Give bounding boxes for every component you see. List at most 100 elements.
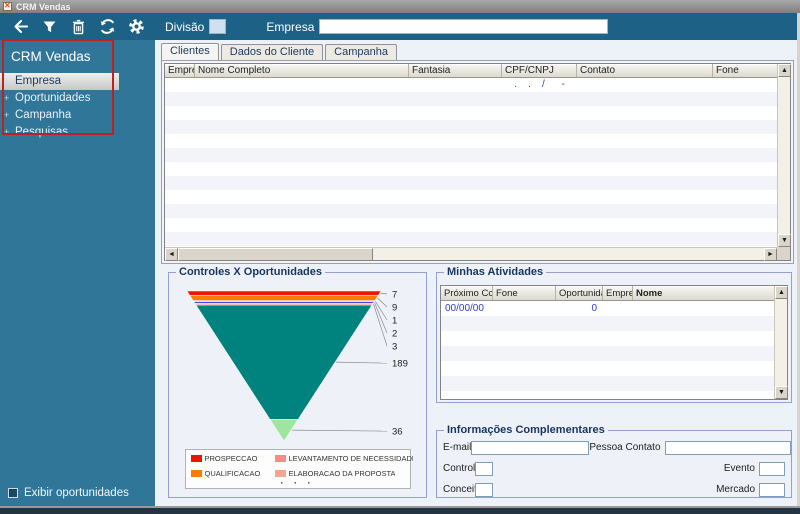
expand-plus-icon[interactable]: + [4, 124, 9, 141]
activities-grid-vscrollbar[interactable]: ▲ ▼ [774, 286, 787, 399]
clients-grid-vscrollbar[interactable]: ▲ ▼ [777, 64, 790, 247]
settings-button[interactable] [127, 18, 145, 36]
clients-grid: EmpresaNome CompletoFantasiaCPF/CNPJCont… [164, 63, 791, 261]
legend-item: PROSPECCAO [191, 454, 275, 463]
sidebar-item-pesquisas[interactable]: + Pesquisas [0, 124, 155, 141]
funnel-value-label: 189 [392, 359, 408, 370]
table-row[interactable] [165, 92, 777, 106]
sidebar-item-campanha[interactable]: + Campanha [0, 107, 155, 124]
table-row[interactable] [165, 218, 777, 232]
column-header: Nome Completo [195, 64, 409, 77]
sidebar-item-label: Oportunidades [15, 92, 90, 104]
table-row[interactable] [165, 134, 777, 148]
table-row[interactable]: . . / - [165, 78, 777, 92]
activities-grid: Próximo ContatoFoneOportunidadeEmpresaNo… [440, 285, 788, 400]
sidebar-item-empresa[interactable]: +Empresa [0, 73, 119, 90]
funnel-value-label: 36 [392, 427, 403, 438]
column-header: Contato [577, 64, 713, 77]
column-header: Próximo Contato [441, 286, 493, 300]
table-row[interactable] [165, 232, 777, 246]
empresa-label: Empresa [266, 20, 314, 34]
table-row[interactable] [165, 190, 777, 204]
conceito-field[interactable] [475, 483, 493, 497]
table-row[interactable] [441, 331, 774, 346]
trash-icon [71, 19, 86, 35]
informacoes-complementares-panel: Informações Complementares E-mailPessoa … [436, 430, 792, 498]
oportunidade-value: 0 [556, 301, 597, 316]
scroll-down-button[interactable]: ▼ [778, 234, 791, 247]
table-row[interactable] [165, 148, 777, 162]
funnel-segment [190, 295, 379, 300]
gear-icon [128, 18, 145, 35]
legend-swatch [191, 455, 202, 462]
table-row[interactable] [165, 204, 777, 218]
legend-swatch [275, 455, 286, 462]
main-area: ClientesDados do ClienteCampanha Empresa… [155, 40, 797, 506]
column-header: Empresa [603, 286, 633, 300]
table-row[interactable] [441, 346, 774, 361]
sidebar-item-label: Campanha [15, 109, 71, 121]
clients-grid-header: EmpresaNome CompletoFantasiaCPF/CNPJCont… [165, 64, 777, 78]
exibir-oportunidades-checkbox[interactable] [8, 488, 18, 498]
funnel-panel-title: Controles X Oportunidades [176, 266, 325, 278]
table-row[interactable]: 00/00/000 [441, 301, 774, 316]
column-header: CPF/CNPJ [502, 64, 577, 77]
window-title: CRM Vendas [16, 2, 71, 12]
filter-button[interactable] [40, 18, 58, 36]
expand-plus-icon[interactable]: + [4, 73, 9, 90]
window-titlebar[interactable]: CRM Vendas [0, 0, 800, 13]
tab-dados-do-cliente[interactable]: Dados do Cliente [221, 44, 323, 60]
scroll-left-button[interactable]: ◄ [165, 248, 178, 261]
sidebar-item-label: Pesquisas [15, 126, 68, 138]
field-label: Mercado [667, 484, 755, 495]
column-header: Fone [713, 64, 777, 77]
field-label: Evento [667, 463, 755, 474]
sidebar-menu: +Empresa+Oportunidades+Campanha+Pesquisa… [0, 73, 155, 141]
empresa-input[interactable] [319, 19, 608, 34]
scroll-up-button[interactable]: ▲ [778, 64, 791, 77]
activities-grid-header: Próximo ContatoFoneOportunidadeEmpresaNo… [441, 286, 774, 301]
table-row[interactable] [441, 316, 774, 331]
funnel-value-label: 7 [392, 290, 397, 301]
pessoa-contato-field[interactable] [665, 441, 791, 455]
refresh-button[interactable] [98, 18, 116, 36]
expand-plus-icon[interactable]: + [4, 90, 9, 107]
clients-grid-hscrollbar[interactable]: ◄ ► [165, 247, 777, 260]
funnel-value-label: 9 [392, 303, 397, 314]
activities-panel-title: Minhas Atividades [444, 266, 546, 278]
sidebar-item-oportunidades[interactable]: + Oportunidades [0, 90, 155, 107]
sidebar-title: CRM Vendas [11, 49, 155, 64]
legend-label: ELABORACAO DA PROPOSTA [289, 469, 396, 478]
controles-x-oportunidades-panel: Controles X Oportunidades 7912318936 PRO… [168, 272, 427, 498]
table-row[interactable] [165, 120, 777, 134]
scroll-right-button[interactable]: ► [764, 248, 777, 261]
table-row[interactable] [165, 176, 777, 190]
clients-grid-body: . . / - [165, 78, 777, 247]
column-header: Empresa [165, 64, 195, 77]
funnel-segment [195, 303, 373, 305]
back-arrow-icon [12, 18, 29, 35]
table-row[interactable] [441, 376, 774, 391]
table-row[interactable] [165, 106, 777, 120]
info-field-row: ControleEvento [443, 461, 785, 476]
scrollbar-corner [777, 247, 790, 260]
sidebar: CRM Vendas +Empresa+Oportunidades+Campan… [0, 40, 155, 506]
scroll-up-button[interactable]: ▲ [775, 286, 788, 299]
expand-plus-icon[interactable]: + [4, 107, 9, 124]
evento-field[interactable] [759, 462, 785, 476]
controle-field[interactable] [475, 462, 493, 476]
tab-campanha[interactable]: Campanha [325, 44, 397, 60]
column-header: Oportunidade [556, 286, 603, 300]
legend-label: LEVANTAMENTO DE NECESSIDADES [289, 454, 413, 463]
delete-button[interactable] [69, 18, 87, 36]
hscroll-thumb[interactable] [178, 248, 373, 261]
mercado-field[interactable] [759, 483, 785, 497]
e-mail-field[interactable] [471, 441, 589, 455]
legend-item: ELABORACAO DA PROPOSTA [275, 469, 413, 478]
divisao-input[interactable] [209, 19, 226, 34]
table-row[interactable] [441, 361, 774, 376]
table-row[interactable] [165, 162, 777, 176]
tab-clientes[interactable]: Clientes [161, 43, 219, 60]
back-button[interactable] [11, 18, 29, 36]
scroll-down-button[interactable]: ▼ [775, 386, 788, 399]
